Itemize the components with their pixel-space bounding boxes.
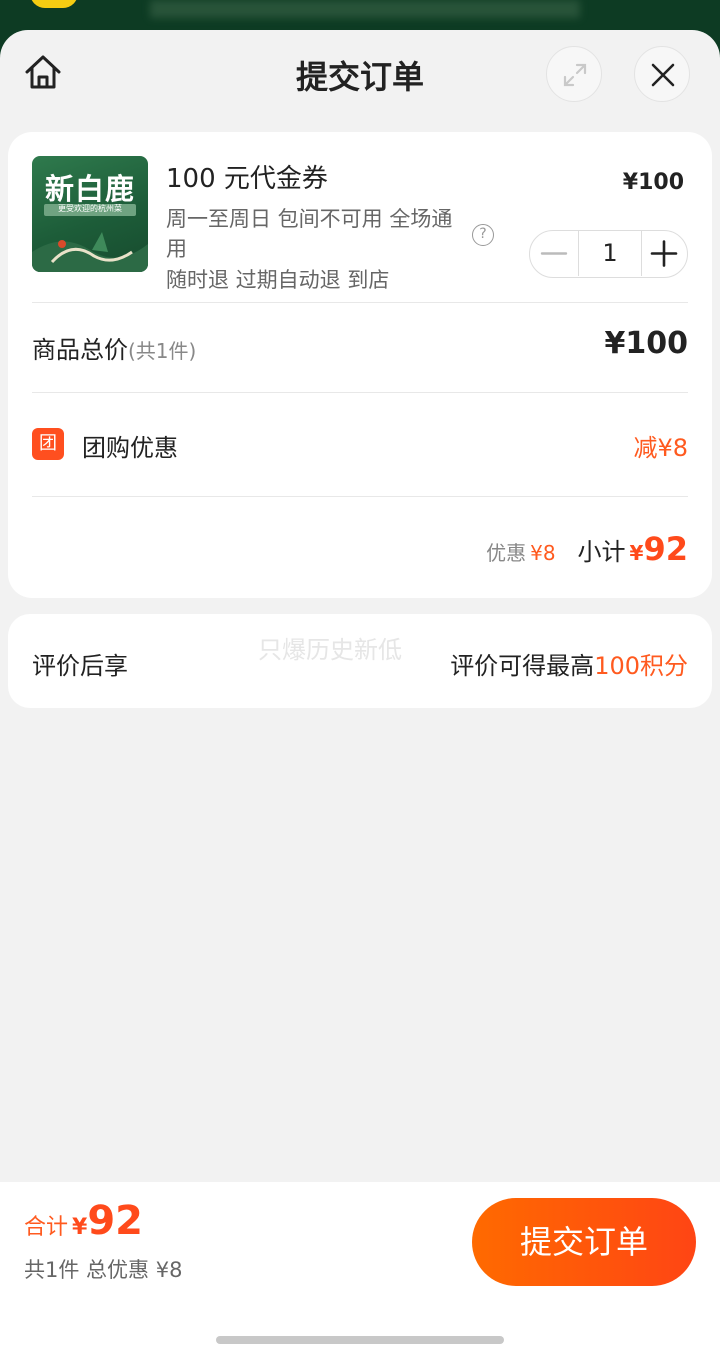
- product-name: 100 元代金券: [166, 164, 328, 194]
- page-title: 提交订单: [295, 58, 424, 96]
- close-icon: [651, 63, 675, 87]
- banner-blurred-text: [150, 0, 580, 18]
- banner-badge: [30, 0, 78, 8]
- expand-icon: [563, 63, 587, 87]
- product-note: 随时退 过期自动退 到店: [166, 268, 390, 292]
- subtotal-label: 小计: [577, 538, 626, 566]
- product-thumbnail[interactable]: 新白鹿 更受欢迎的杭州菜: [32, 156, 148, 272]
- review-label: 评价后享: [32, 652, 128, 680]
- thumbnail-scene: [32, 232, 148, 272]
- submit-order-button[interactable]: 提交订单: [472, 1198, 696, 1286]
- subtotal-row: 优惠 ¥8 小计 ¥92: [486, 530, 688, 568]
- total-price-text: 商品总价: [32, 336, 128, 364]
- review-reward-points: 100积分: [594, 652, 688, 680]
- subtotal-currency: ¥: [629, 541, 644, 565]
- review-card[interactable]: 评价后享 只爆历史新低 评价可得最高100积分: [8, 614, 712, 708]
- divider: [32, 392, 688, 393]
- product-price: ¥100: [622, 170, 684, 195]
- quantity-stepper: 1: [529, 230, 688, 278]
- review-reward-prefix: 评价可得最高: [450, 652, 595, 680]
- close-button[interactable]: [634, 46, 690, 102]
- increase-button[interactable]: [642, 231, 686, 276]
- subtotal-value: 92: [643, 530, 688, 568]
- order-sheet: 提交订单 新白鹿 更受欢迎的杭州菜 100 元代金券 周一至周日 包间不可用 全…: [0, 30, 720, 1359]
- order-total: 合计 ¥92: [24, 1198, 143, 1244]
- order-total-detail: 共1件 总优惠 ¥8: [24, 1258, 183, 1282]
- expand-button[interactable]: [546, 46, 602, 102]
- sheet-header: 提交订单: [0, 30, 720, 122]
- discount-value: ¥8: [530, 541, 556, 565]
- quantity-value[interactable]: 1: [578, 231, 642, 276]
- group-buy-icon: 团: [32, 428, 64, 460]
- order-total-value: 92: [87, 1198, 143, 1244]
- discount-label: 优惠: [486, 541, 527, 565]
- divider: [32, 496, 688, 497]
- thumbnail-tagline: 更受欢迎的杭州菜: [58, 204, 122, 213]
- review-watermark: 只爆历史新低: [258, 636, 402, 664]
- group-buy-discount: 减¥8: [633, 434, 688, 462]
- divider: [32, 302, 688, 303]
- order-card: 新白鹿 更受欢迎的杭州菜 100 元代金券 周一至周日 包间不可用 全场通用 随…: [8, 132, 712, 598]
- order-total-label: 合计: [24, 1215, 69, 1240]
- bottom-bar: 合计 ¥92 共1件 总优惠 ¥8 提交订单: [0, 1182, 720, 1359]
- thumbnail-brand: 新白鹿: [44, 172, 135, 206]
- help-icon[interactable]: ?: [472, 224, 494, 246]
- plus-icon: [650, 240, 678, 267]
- product-description: 周一至周日 包间不可用 全场通用: [166, 207, 453, 261]
- minus-icon: [540, 252, 568, 255]
- total-price-label: 商品总价(共1件): [32, 330, 196, 365]
- total-price-value: ¥100: [604, 326, 689, 361]
- home-indicator: [216, 1336, 504, 1344]
- review-reward: 评价可得最高100积分: [450, 646, 688, 681]
- order-total-currency: ¥: [72, 1215, 88, 1240]
- decrease-button[interactable]: [530, 231, 578, 276]
- group-buy-label: 团购优惠: [82, 434, 178, 462]
- total-item-count: (共1件): [128, 339, 197, 363]
